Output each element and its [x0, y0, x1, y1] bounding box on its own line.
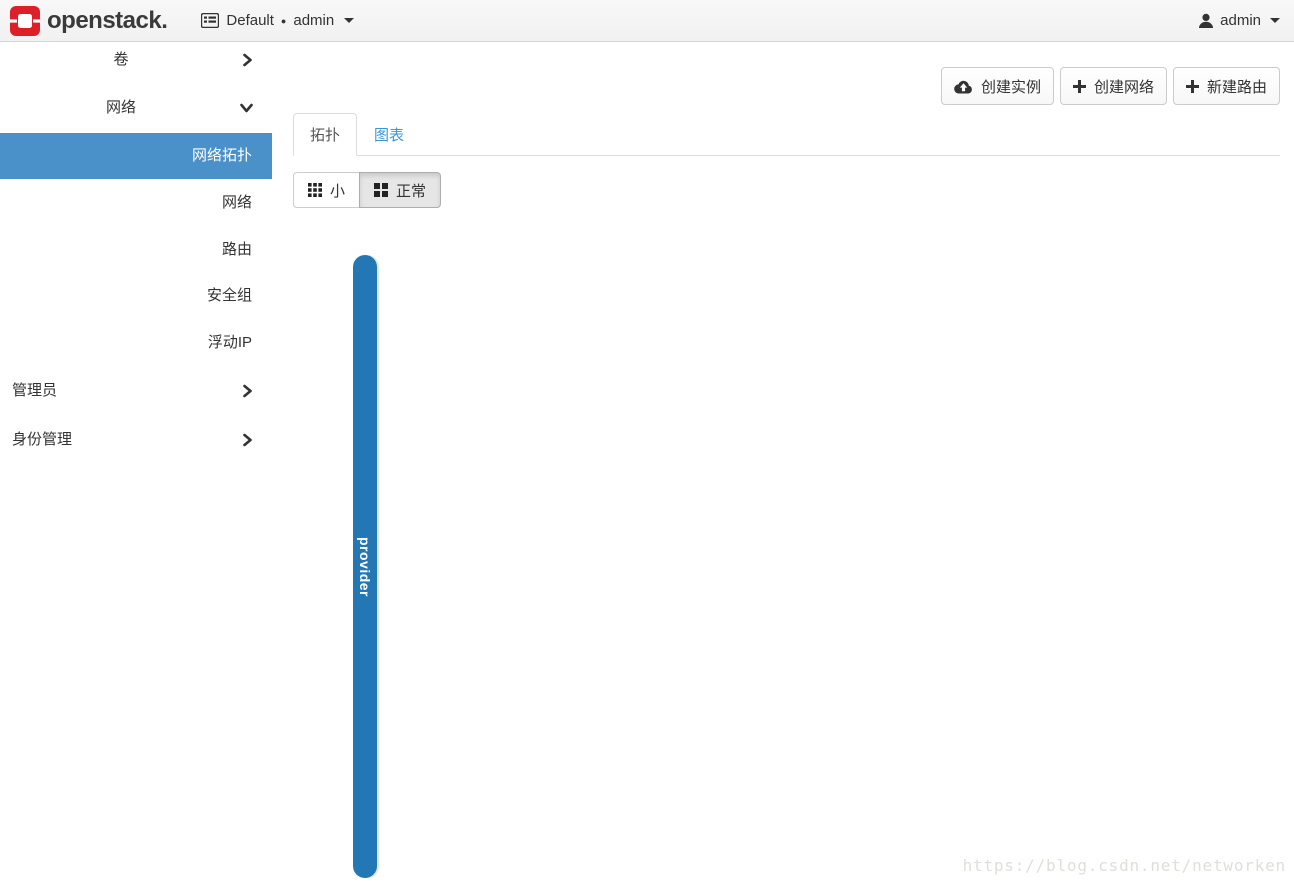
- chevron-right-icon: [241, 433, 254, 448]
- sidebar-item-label: 网络拓扑: [192, 147, 252, 164]
- user-menu[interactable]: admin: [1198, 12, 1280, 29]
- openstack-logo-icon: [10, 6, 40, 36]
- sidebar-section-label: 管理员: [12, 382, 57, 399]
- network-provider-bar[interactable]: provider: [353, 255, 377, 878]
- sidebar-section-admin[interactable]: 管理员: [0, 368, 272, 414]
- topology-size-toggle: 小 正常: [293, 172, 441, 208]
- size-normal-button[interactable]: 正常: [359, 172, 441, 208]
- sidebar: 卷 网络 网络拓扑 网络 路由 安全组 浮动IP 管理员 身份管理: [0, 42, 272, 883]
- caret-down-icon: [1270, 18, 1280, 23]
- sidebar-item-label: 路由: [222, 241, 252, 258]
- sidebar-item-floating-ips[interactable]: 浮动IP: [0, 320, 272, 366]
- plus-icon: [1186, 80, 1199, 93]
- grid-small-icon: [308, 183, 322, 197]
- tab-bar: 拓扑 图表: [293, 113, 1280, 156]
- sidebar-item-network-topology[interactable]: 网络拓扑: [0, 133, 272, 179]
- domain-icon: [201, 13, 219, 28]
- sidebar-group-label: 卷: [113, 51, 128, 68]
- chevron-right-icon: [241, 384, 254, 399]
- caret-down-icon: [344, 18, 354, 23]
- plus-icon: [1073, 80, 1086, 93]
- sidebar-item-label: 浮动IP: [208, 334, 252, 351]
- main-content: 创建实例 创建网络 新建路由 拓扑 图表: [272, 42, 1294, 883]
- sidebar-item-networks[interactable]: 网络: [0, 180, 272, 226]
- button-label: 创建网络: [1094, 76, 1154, 97]
- watermark: https://blog.csdn.net/networken: [963, 856, 1286, 875]
- tab-topology[interactable]: 拓扑: [293, 113, 357, 156]
- sidebar-item-routers[interactable]: 路由: [0, 227, 272, 273]
- context-switcher[interactable]: Default ● admin: [201, 12, 354, 29]
- sidebar-section-identity[interactable]: 身份管理: [0, 417, 272, 463]
- tab-label: 图表: [374, 127, 404, 144]
- button-label: 新建路由: [1207, 76, 1267, 97]
- chevron-right-icon: [241, 53, 254, 68]
- sidebar-group-volumes[interactable]: 卷: [0, 37, 272, 83]
- brand-wordmark: openstack.: [47, 7, 167, 35]
- grid-large-icon: [374, 183, 388, 197]
- sidebar-section-label: 身份管理: [12, 431, 72, 448]
- create-network-button[interactable]: 创建网络: [1060, 67, 1167, 105]
- sidebar-item-label: 安全组: [207, 287, 252, 304]
- user-name: admin: [1220, 12, 1261, 29]
- cloud-upload-icon: [954, 79, 973, 94]
- toggle-label: 正常: [396, 180, 426, 201]
- sidebar-item-security-groups[interactable]: 安全组: [0, 273, 272, 319]
- chevron-down-icon: [239, 102, 254, 115]
- tab-label: 拓扑: [310, 127, 340, 144]
- sidebar-item-label: 网络: [222, 194, 252, 211]
- launch-instance-button[interactable]: 创建实例: [941, 67, 1054, 105]
- button-label: 创建实例: [981, 76, 1041, 97]
- topology-canvas[interactable]: provider: [272, 213, 1294, 883]
- size-small-button[interactable]: 小: [293, 172, 360, 208]
- context-separator-dot: ●: [281, 17, 286, 26]
- context-domain: Default: [226, 12, 274, 29]
- brand[interactable]: openstack.: [10, 6, 167, 36]
- topbar: openstack. Default ● admin admin: [0, 0, 1294, 42]
- context-project: admin: [293, 12, 334, 29]
- sidebar-group-network[interactable]: 网络: [0, 85, 272, 131]
- tab-graph[interactable]: 图表: [357, 113, 421, 156]
- action-buttons: 创建实例 创建网络 新建路由: [941, 67, 1280, 105]
- sidebar-group-label: 网络: [106, 99, 136, 116]
- network-label: provider: [357, 536, 373, 596]
- toggle-label: 小: [330, 180, 345, 201]
- create-router-button[interactable]: 新建路由: [1173, 67, 1280, 105]
- user-icon: [1198, 13, 1214, 29]
